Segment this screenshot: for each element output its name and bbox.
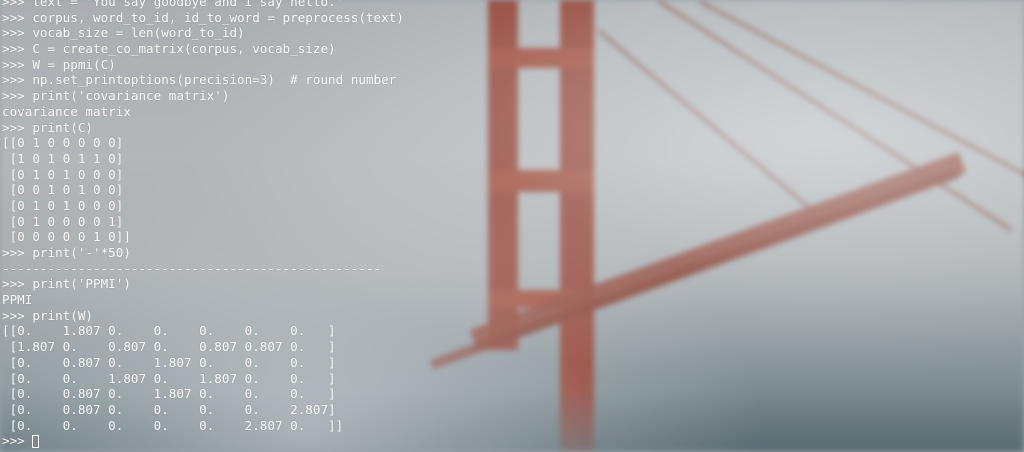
terminal-line: >>> print(C) <box>2 119 93 135</box>
terminal-line: >>> vocab_size = len(word_to_id) <box>2 25 245 41</box>
terminal-line: [1.807 0. 0.807 0. 0.807 0.807 0. ] <box>2 339 336 355</box>
terminal-prompt: >>> <box>2 433 33 449</box>
terminal-line: [0 0 1 0 1 0 0] <box>2 182 124 198</box>
terminal-line: >>> print('PPMI') <box>2 276 131 292</box>
terminal-line: >>> W = ppmi(C) <box>2 56 116 72</box>
terminal-line: >>> print(W) <box>2 307 93 323</box>
terminal-line: >>> np.set_printoptions(precision=3) # r… <box>2 72 397 88</box>
terminal-line: ----------------------------------------… <box>2 260 382 276</box>
terminal-line: [[0. 1.807 0. 0. 0. 0. 0. ] <box>2 323 336 339</box>
terminal-output[interactable]: >>> text = 'You say goodbye and I say he… <box>2 0 404 449</box>
terminal-line: [0. 0. 1.807 0. 1.807 0. 0. ] <box>2 370 336 386</box>
terminal-line: [0 1 0 1 0 0 0] <box>2 197 124 213</box>
terminal-line: [0. 0.807 0. 1.807 0. 0. 0. ] <box>2 386 336 402</box>
terminal-line: [0 1 0 0 0 0 1] <box>2 213 124 229</box>
terminal-cursor[interactable] <box>32 434 40 448</box>
terminal-line: [0. 0. 0. 0. 0. 2.807 0. ]] <box>2 417 344 433</box>
terminal-line: [1 0 1 0 1 1 0] <box>2 150 124 166</box>
terminal-line: PPMI <box>2 292 33 308</box>
terminal-line: >>> print('covariance matrix') <box>2 88 230 104</box>
terminal-line: >>> print('-'*50) <box>2 245 131 260</box>
terminal-line: [[0 1 0 0 0 0 0] <box>2 135 124 151</box>
terminal-line: covariance matrix <box>2 103 131 119</box>
terminal-line: [0 1 0 1 0 0 0] <box>2 166 124 182</box>
terminal-line: [0 0 0 0 0 1 0]] <box>2 229 131 245</box>
terminal-line: >>> C = create_co_matrix(corpus, vocab_s… <box>2 41 336 57</box>
terminal-line: [0. 0.807 0. 1.807 0. 0. 0. ] <box>2 354 336 370</box>
terminal-input-line[interactable]: >>> <box>2 433 404 449</box>
terminal-window[interactable]: >>> text = 'You say goodbye and I say he… <box>0 0 1024 452</box>
terminal-line: >>> corpus, word_to_id, id_to_word = pre… <box>2 9 404 25</box>
terminal-line: >>> text = 'You say goodbye and I say he… <box>2 0 344 9</box>
terminal-line: [0. 0.807 0. 0. 0. 0. 2.807] <box>2 401 336 417</box>
